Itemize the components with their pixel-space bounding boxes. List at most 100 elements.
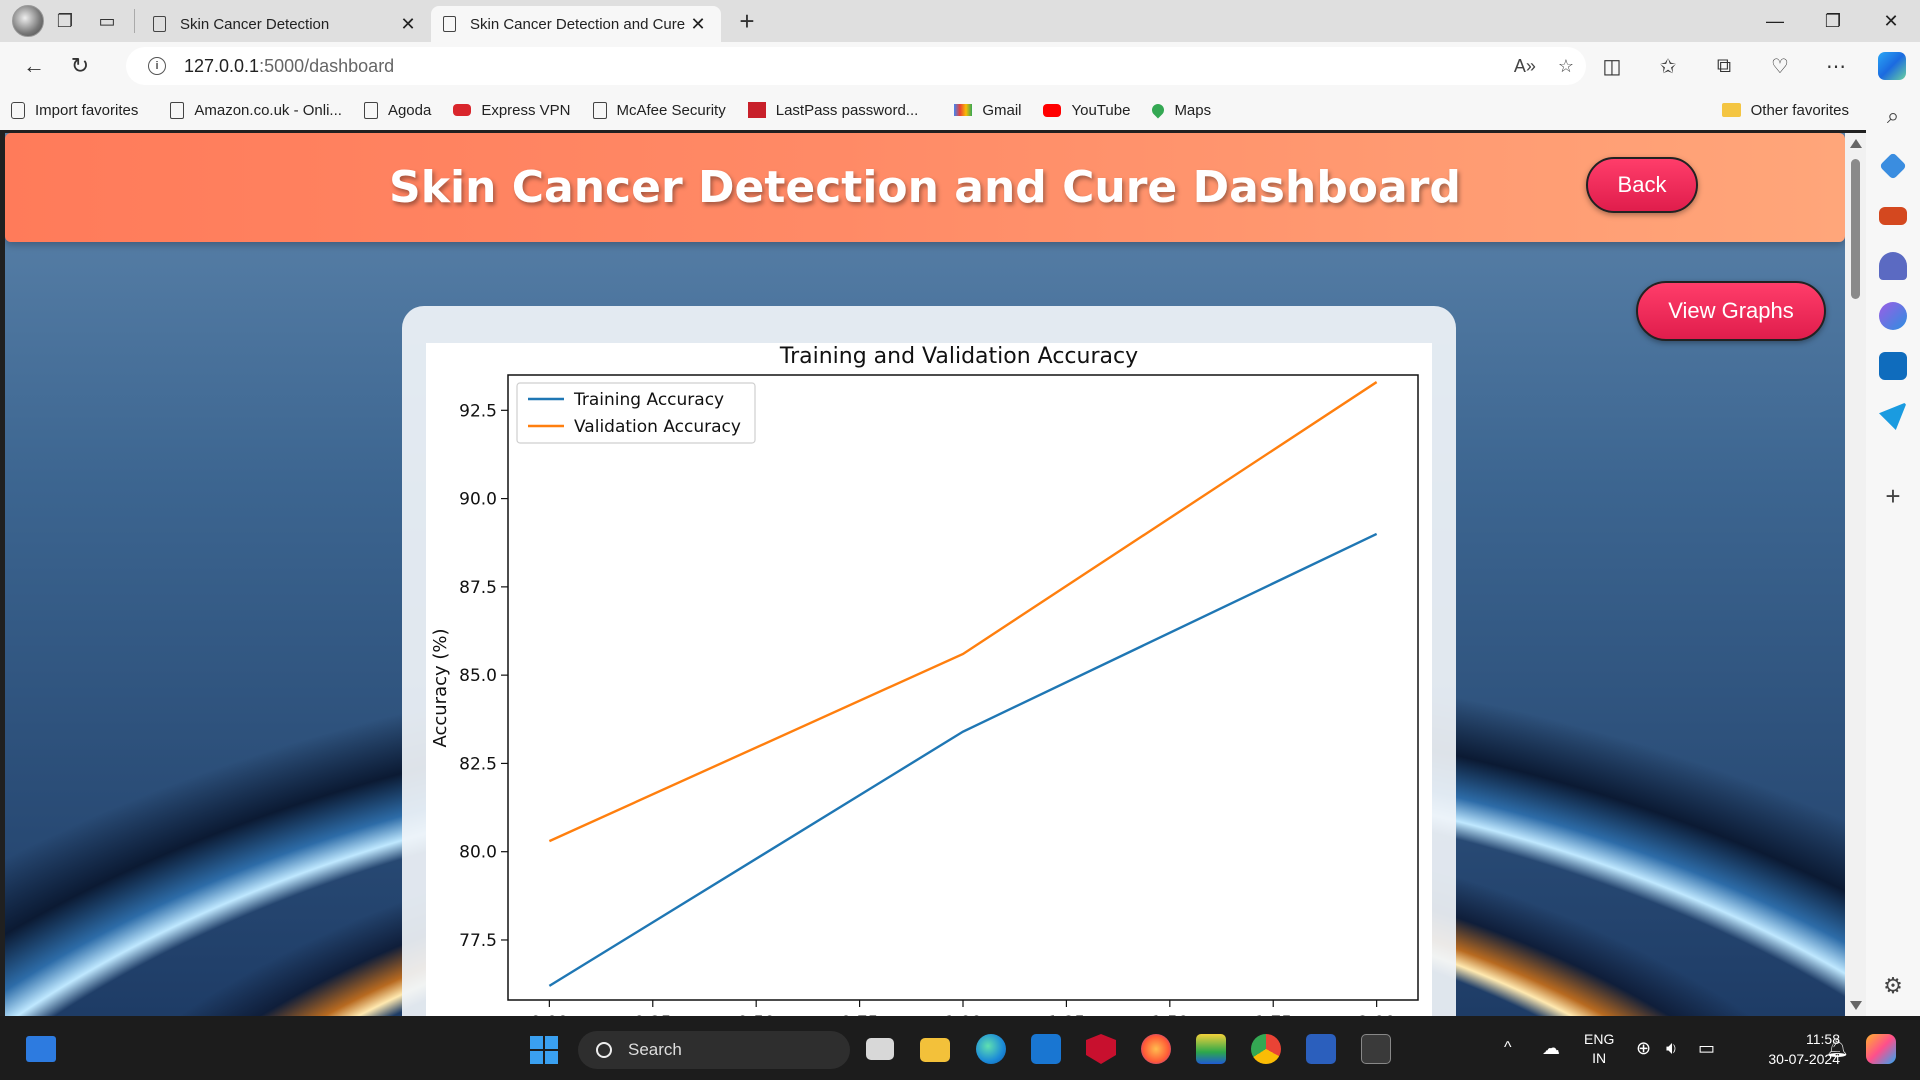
outlook-icon[interactable] xyxy=(1879,352,1907,380)
favorite-label: YouTube xyxy=(1071,101,1131,119)
favorite-express-vpn[interactable]: Express VPN xyxy=(442,90,581,130)
back-nav-icon[interactable]: ← xyxy=(12,46,56,86)
page-icon xyxy=(153,16,166,32)
legend-label: Validation Accuracy xyxy=(574,417,741,437)
start-button[interactable] xyxy=(530,1036,558,1064)
read-aloud-icon[interactable]: A» xyxy=(1514,56,1536,77)
tab-skin-cancer-detection[interactable]: Skin Cancer Detection ✕ xyxy=(141,6,431,42)
vpn-icon xyxy=(453,104,472,116)
edge-browser-icon[interactable] xyxy=(976,1034,1006,1064)
chart-card: Training and Validation Accuracy Accurac… xyxy=(402,306,1456,1016)
scroll-up-icon[interactable] xyxy=(1850,139,1862,148)
site-info-icon[interactable]: i xyxy=(148,57,166,75)
file-explorer-icon[interactable] xyxy=(920,1038,950,1062)
page-title: Skin Cancer Detection and Cure Dashboard xyxy=(389,162,1461,213)
tab-title: Skin Cancer Detection and Cure D xyxy=(470,15,687,33)
split-screen-icon[interactable]: ◫ xyxy=(1584,54,1640,79)
stack-app-icon[interactable] xyxy=(1196,1034,1226,1064)
other-favorites[interactable]: Other favorites xyxy=(1711,90,1860,130)
y-tick-label: 92.5 xyxy=(459,401,497,421)
terminal-icon[interactable] xyxy=(1361,1034,1391,1064)
more-options-icon[interactable]: ⋯ xyxy=(1808,54,1864,79)
taskbar-search[interactable]: Search xyxy=(578,1031,850,1069)
y-tick-label: 90.0 xyxy=(459,490,497,510)
favorite-import[interactable]: Import favorites xyxy=(0,90,149,130)
back-button[interactable]: Back xyxy=(1586,157,1698,213)
shopping-icon[interactable] xyxy=(1879,152,1907,180)
myhp-icon[interactable] xyxy=(1031,1034,1061,1064)
copilot-taskbar-icon[interactable] xyxy=(1866,1034,1896,1064)
url-text: 127.0.0.1:5000/dashboard xyxy=(184,56,394,77)
close-tab-icon[interactable]: ✕ xyxy=(397,14,419,35)
youtube-icon xyxy=(1043,103,1062,117)
url-path: :5000/dashboard xyxy=(259,55,395,76)
scroll-down-icon[interactable] xyxy=(1850,1001,1862,1010)
add-sidebar-app-icon[interactable]: + xyxy=(1879,482,1907,510)
favorite-mcafee[interactable]: McAfee Security xyxy=(582,90,737,130)
page-icon xyxy=(363,101,378,119)
word-icon[interactable] xyxy=(1306,1034,1336,1064)
import-icon xyxy=(11,101,25,119)
tools-icon[interactable] xyxy=(1879,207,1907,225)
favorite-amazon[interactable]: Amazon.co.uk - Onli... xyxy=(159,90,353,130)
search-sidebar-icon[interactable]: ⌕ xyxy=(1879,102,1907,130)
favorite-maps[interactable]: Maps xyxy=(1141,90,1222,130)
favorite-gmail[interactable]: Gmail xyxy=(943,90,1032,130)
browser-essentials-icon[interactable]: ♡ xyxy=(1752,54,1808,79)
page-viewport: Skin Cancer Detection and Cure Dashboard… xyxy=(5,133,1845,1016)
y-axis-label: Accuracy (%) xyxy=(430,628,451,747)
page-icon xyxy=(443,16,456,32)
mcafee-icon[interactable] xyxy=(1086,1034,1116,1064)
search-placeholder: Search xyxy=(628,1040,682,1059)
firefox-icon[interactable] xyxy=(1141,1034,1171,1064)
close-tab-icon[interactable]: ✕ xyxy=(687,14,709,35)
minimize-icon[interactable]: — xyxy=(1746,0,1804,42)
copilot-button[interactable] xyxy=(1864,52,1920,80)
chrome-icon[interactable] xyxy=(1251,1034,1281,1064)
favorites-icon[interactable]: ✩ xyxy=(1640,54,1696,79)
edge-sidebar: ⌕ + ⚙ xyxy=(1866,90,1920,1016)
tab-actions-icon[interactable]: ▭ xyxy=(86,0,128,42)
profile-avatar[interactable] xyxy=(12,5,44,37)
send-icon[interactable] xyxy=(1879,402,1907,430)
url-host: 127.0.0.1 xyxy=(184,55,260,76)
favorite-lastpass[interactable]: LastPass password... xyxy=(737,90,930,130)
favorite-label: Other favorites xyxy=(1750,101,1849,119)
favorite-label: Agoda xyxy=(387,101,432,119)
page-scrollbar[interactable] xyxy=(1845,133,1866,1016)
new-tab-button[interactable]: + xyxy=(727,1,767,41)
network-icon[interactable]: ⊕ xyxy=(1636,1016,1651,1080)
sidebar-settings-icon[interactable]: ⚙ xyxy=(1879,972,1907,1000)
collections-icon[interactable]: ⧉ xyxy=(1696,55,1752,78)
refresh-icon[interactable]: ↻ xyxy=(58,46,102,86)
notifications-icon[interactable]: 🔔︎ xyxy=(1826,1016,1849,1080)
close-window-icon[interactable]: ✕ xyxy=(1862,0,1920,42)
favorite-agoda[interactable]: Agoda xyxy=(353,90,442,130)
favorite-star-icon[interactable]: ☆ xyxy=(1558,56,1574,77)
restore-icon[interactable]: ❐ xyxy=(1804,0,1862,42)
view-graphs-button[interactable]: View Graphs xyxy=(1636,281,1826,341)
battery-icon[interactable]: ▭ xyxy=(1698,1016,1715,1080)
lastpass-icon xyxy=(747,102,766,118)
language-indicator[interactable]: ENG IN xyxy=(1584,1030,1614,1068)
tray-chevron-icon[interactable]: ^ xyxy=(1504,1016,1512,1080)
task-view-icon[interactable] xyxy=(866,1038,894,1060)
workspaces-icon[interactable]: ❐ xyxy=(44,0,86,42)
address-bar[interactable]: i 127.0.0.1:5000/dashboard A» ☆ xyxy=(126,47,1586,85)
microsoft-365-icon[interactable] xyxy=(1879,302,1907,330)
copilot-icon xyxy=(1878,52,1906,80)
scroll-thumb[interactable] xyxy=(1851,159,1860,299)
region-code: IN xyxy=(1592,1050,1607,1066)
y-tick-label: 80.0 xyxy=(459,843,497,863)
start-tile xyxy=(545,1051,558,1064)
favorite-label: Gmail xyxy=(982,101,1022,119)
favorite-youtube[interactable]: YouTube xyxy=(1032,90,1141,130)
games-icon[interactable] xyxy=(1879,252,1907,280)
page-header: Skin Cancer Detection and Cure Dashboard… xyxy=(5,133,1845,242)
tab-dashboard[interactable]: Skin Cancer Detection and Cure D ✕ xyxy=(431,6,721,42)
volume-icon[interactable]: 🔉︎ xyxy=(1666,1016,1677,1080)
start-tile xyxy=(530,1036,543,1049)
onedrive-icon[interactable]: ☁ xyxy=(1542,1016,1560,1080)
widgets-icon[interactable] xyxy=(26,1036,56,1062)
favorite-label: Express VPN xyxy=(481,101,571,119)
